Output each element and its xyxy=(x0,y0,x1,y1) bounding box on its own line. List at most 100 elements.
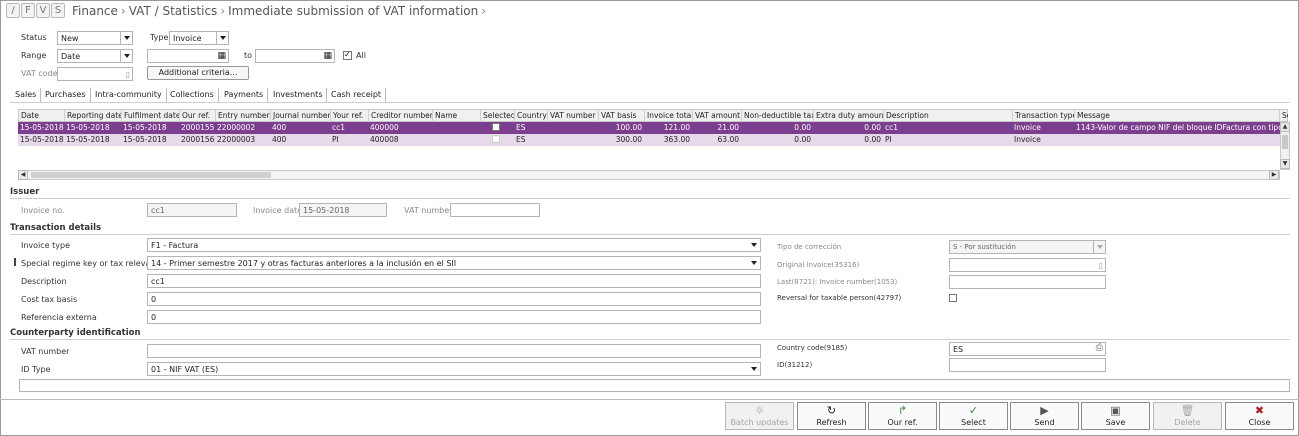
col-vat-number[interactable]: VAT number xyxy=(548,110,599,122)
all-checkbox[interactable] xyxy=(343,50,352,60)
original-invoice-field[interactable]: ▯ xyxy=(949,258,1106,272)
col-message[interactable]: Message xyxy=(1075,110,1280,122)
tab-payments[interactable]: Payments xyxy=(220,88,269,102)
range-select[interactable]: Date xyxy=(57,49,133,63)
cell-non-deductible-tax: 0.00 xyxy=(794,123,811,132)
calendar-icon[interactable]: ▦ xyxy=(323,51,332,62)
col-our-ref[interactable]: Our ref. xyxy=(180,110,216,122)
country-code-field[interactable]: ES ⎙ xyxy=(949,342,1106,356)
col-entry-number[interactable]: Entry number xyxy=(216,110,271,122)
scroll-down-icon[interactable]: ▼ xyxy=(1280,159,1290,169)
chevron-down-icon xyxy=(120,32,132,44)
vertical-scrollbar[interactable]: ▲ ▼ xyxy=(1280,122,1290,170)
tab-investments[interactable]: Investments xyxy=(269,88,328,102)
original-invoice-label: Original invoice(35316) xyxy=(777,261,860,269)
col-vat-amount[interactable]: VAT amount xyxy=(693,110,742,122)
chevron-right-icon: › xyxy=(120,4,126,18)
correction-type-select[interactable]: S - Por sustitución xyxy=(949,240,1106,254)
settings-icon[interactable]: S xyxy=(51,3,65,18)
counterparty-vat-number-field[interactable] xyxy=(147,344,761,358)
range-to-input[interactable]: ▦ xyxy=(255,49,335,63)
refresh-button[interactable]: ↻ Refresh xyxy=(797,402,866,430)
col-vat-basis[interactable]: VAT basis xyxy=(599,110,645,122)
cell-selected xyxy=(480,134,514,146)
row-select-checkbox[interactable] xyxy=(492,135,500,143)
scroll-right-icon[interactable]: ▶ xyxy=(1269,170,1279,180)
col-date[interactable]: Date xyxy=(19,110,65,122)
lookup-icon[interactable]: ▯ xyxy=(1099,260,1103,271)
col-reporting-date[interactable]: Reporting date xyxy=(65,110,122,122)
cell-your-ref: cc1 xyxy=(332,123,346,132)
col-name[interactable]: Name xyxy=(433,110,481,122)
cell-creditor-number: 400008 xyxy=(370,135,399,144)
lookup-icon[interactable]: ▯ xyxy=(126,69,130,80)
issuer-vat-number-field[interactable] xyxy=(450,203,540,217)
range-from-input[interactable]: ▦ xyxy=(147,49,229,63)
horizontal-scrollbar[interactable]: ◀ ▶ xyxy=(18,170,1280,180)
col-non-deductible-tax[interactable]: Non-deductible tax xyxy=(742,110,814,122)
invoice-type-select[interactable]: F1 - Factura xyxy=(147,238,761,252)
reversal-checkbox[interactable] xyxy=(949,294,957,302)
scroll-thumb[interactable] xyxy=(31,172,271,178)
col-creditor-number[interactable]: Creditor number xyxy=(369,110,433,122)
table-row[interactable]: 15-05-2018 15-05-2018 15-05-2018 2000156… xyxy=(18,134,1280,146)
cell-vat-amount: 21.00 xyxy=(717,123,739,132)
breadcrumb-item-vat-statistics[interactable]: VAT / Statistics xyxy=(129,4,218,18)
save-button[interactable]: ▣ Save xyxy=(1081,402,1150,430)
lookup-icon[interactable]: ⎙ xyxy=(1096,343,1103,354)
description-label: Description xyxy=(21,277,67,286)
calendar-icon[interactable]: ▦ xyxy=(217,51,226,62)
table-row[interactable]: 15-05-2018 15-05-2018 15-05-2018 2000155… xyxy=(18,122,1280,134)
chevron-down-icon xyxy=(748,239,760,251)
status-select[interactable]: New xyxy=(57,31,133,45)
col-your-ref[interactable]: Your ref. xyxy=(331,110,369,122)
type-select[interactable]: Invoice xyxy=(169,31,229,45)
regime-select[interactable]: 14 - Primer semestre 2017 y otras factur… xyxy=(147,256,761,270)
vat-code-input[interactable]: ▯ xyxy=(57,67,133,81)
additional-criteria-button[interactable]: Additional criteria... xyxy=(147,66,249,80)
scroll-left-icon[interactable]: ◀ xyxy=(18,170,28,180)
page-title: Immediate submission of VAT information xyxy=(228,4,479,18)
id-type-select[interactable]: 01 - NIF VAT (ES) xyxy=(147,362,761,376)
favorites-icon[interactable]: F xyxy=(21,3,35,18)
tab-collections[interactable]: Collections xyxy=(166,88,219,102)
tab-divider xyxy=(10,102,1290,103)
col-selected[interactable]: Selected xyxy=(481,110,515,122)
breadcrumb-item-finance[interactable]: Finance xyxy=(72,4,118,18)
invoice-no-field[interactable]: cc1 xyxy=(147,203,237,217)
cost-tax-basis-field[interactable]: 0 xyxy=(147,292,761,306)
id-field[interactable] xyxy=(949,358,1106,372)
scroll-thumb[interactable] xyxy=(1282,135,1288,149)
delete-button[interactable]: 🗑 Delete xyxy=(1153,402,1222,430)
tab-purchases[interactable]: Purchases xyxy=(41,88,91,102)
select-button[interactable]: ✓ Select xyxy=(939,402,1008,430)
row-select-checkbox[interactable] xyxy=(492,123,500,131)
our-ref-button[interactable]: ↱ Our ref. xyxy=(868,402,937,430)
tab-intra-community[interactable]: Intra-community xyxy=(91,88,167,102)
tab-sales[interactable]: Sales xyxy=(11,88,42,102)
close-button[interactable]: ✖ Close xyxy=(1225,402,1294,430)
scroll-up-icon[interactable]: ▲ xyxy=(1280,122,1290,132)
cell-reporting-date: 15-05-2018 xyxy=(66,135,110,144)
col-description[interactable]: Description xyxy=(884,110,1013,122)
col-invoice-total[interactable]: Invoice total xyxy=(645,110,693,122)
external-reference-field[interactable]: 0 xyxy=(147,310,761,324)
invoice-date-field[interactable]: 15-05-2018 xyxy=(299,203,387,217)
col-fulfilment-date[interactable]: Fulfilment date xyxy=(122,110,180,122)
view-icon[interactable]: V xyxy=(36,3,50,18)
cell-creditor-number: 400000 xyxy=(370,123,399,132)
slash-icon[interactable]: / xyxy=(6,3,20,18)
send-button[interactable]: ▶ Send xyxy=(1010,402,1079,430)
batch-updates-button[interactable]: ☼ Batch updates xyxy=(725,402,794,430)
col-se[interactable]: Se xyxy=(1280,110,1288,122)
cost-tax-basis-label: Cost tax basis xyxy=(21,295,78,304)
cell-journal-number: 400 xyxy=(272,135,287,144)
close-icon: ✖ xyxy=(1254,404,1265,417)
col-country[interactable]: Country xyxy=(515,110,548,122)
col-journal-number[interactable]: Journal number xyxy=(271,110,331,122)
col-transaction-type[interactable]: Transaction type xyxy=(1013,110,1075,122)
last-invoice-field[interactable] xyxy=(949,275,1106,289)
description-field[interactable]: cc1 xyxy=(147,274,761,288)
col-extra-duty-amount[interactable]: Extra duty amount xyxy=(814,110,884,122)
tab-cash-receipt[interactable]: Cash receipt xyxy=(327,88,387,102)
